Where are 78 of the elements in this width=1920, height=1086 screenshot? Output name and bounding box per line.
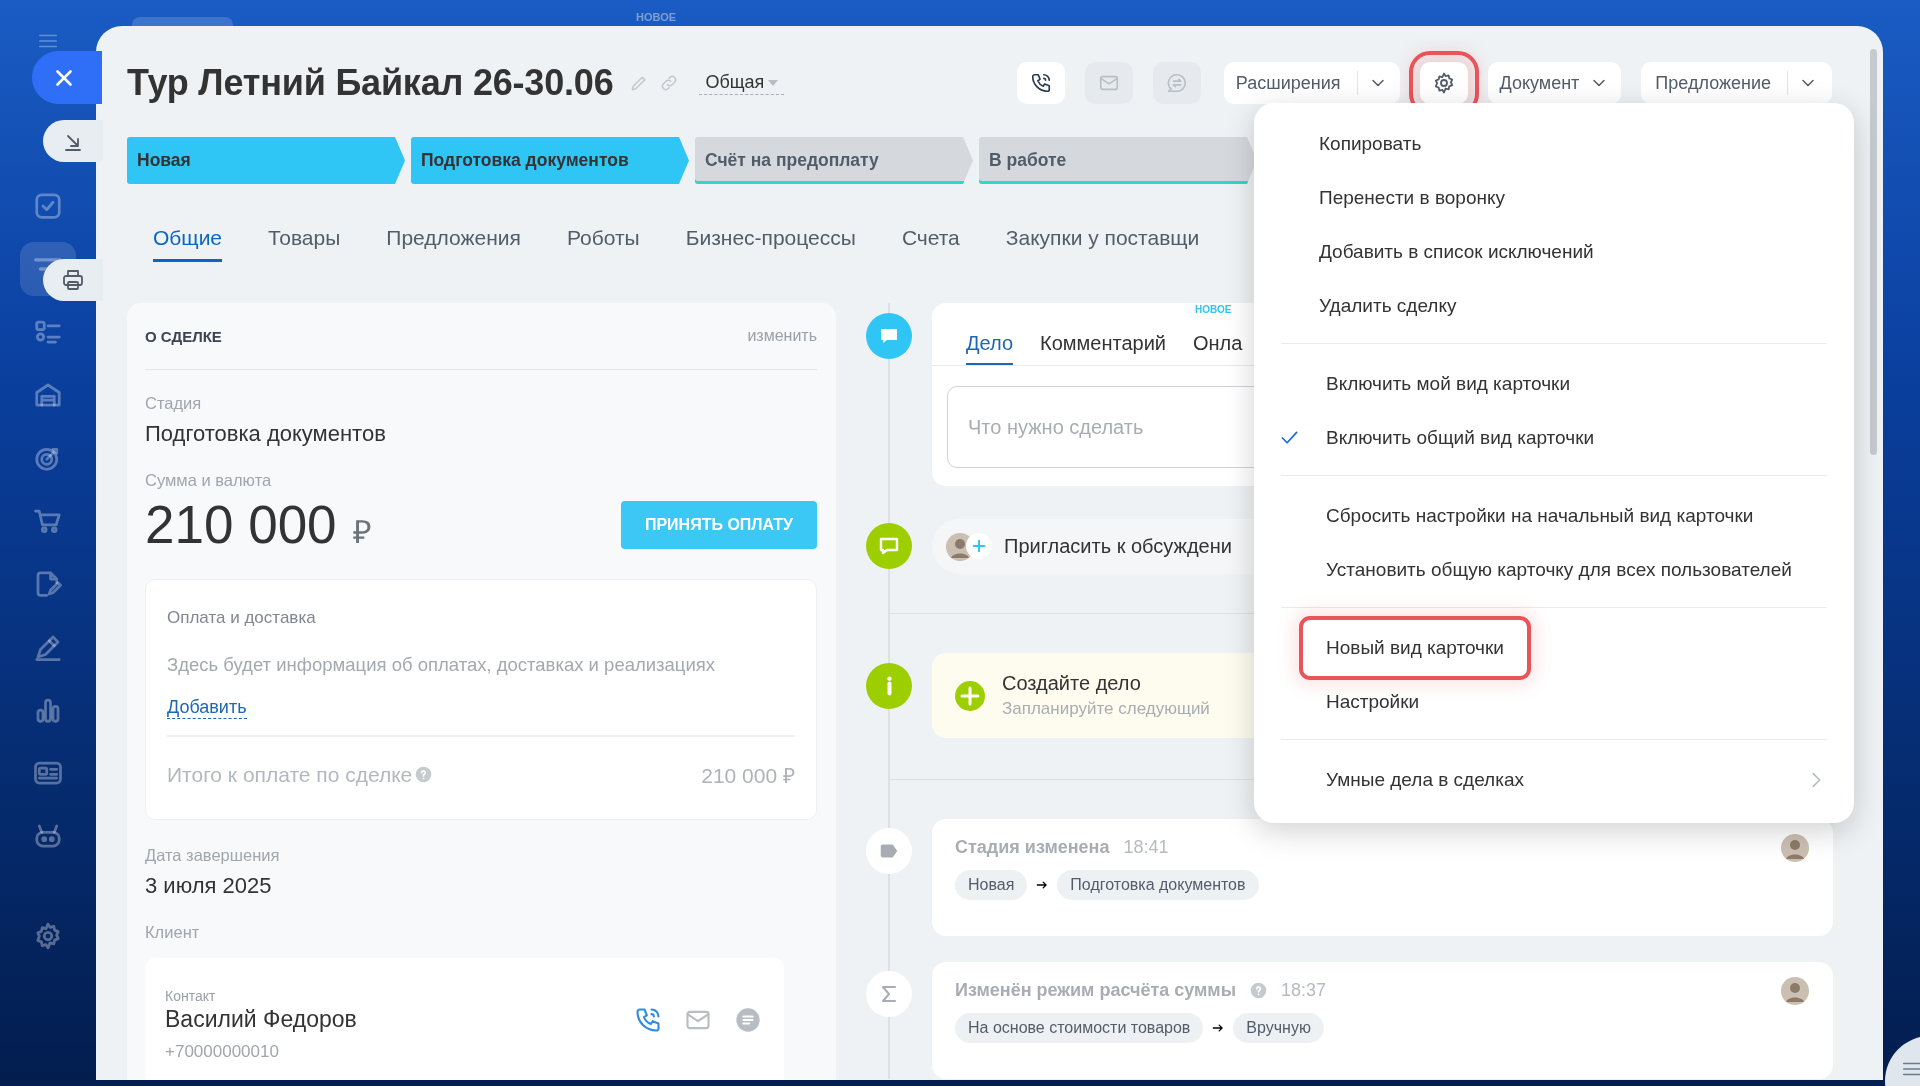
tab[interactable]: Товары (268, 224, 341, 262)
gear-icon (33, 921, 63, 951)
help-icon[interactable] (415, 766, 433, 784)
currency: ₽ (352, 513, 372, 552)
tab[interactable]: Предложения (386, 224, 521, 262)
menu-item[interactable]: Новый вид карточки (1299, 616, 1531, 680)
minimize-button[interactable] (43, 120, 103, 162)
amount: 210 000 (145, 494, 337, 555)
stage-step[interactable]: Счёт на предоплату (695, 137, 973, 184)
phone-icon[interactable] (634, 1005, 662, 1034)
from-value: Новая (955, 870, 1028, 900)
field-value: Подготовка документов (145, 421, 387, 447)
extensions-dropdown[interactable]: Расширения (1223, 62, 1400, 104)
menu-item[interactable]: Включить общий вид карточки (1299, 411, 1622, 465)
field-label: Клиент (145, 922, 201, 942)
menu-item[interactable]: Включить мой вид карточки (1299, 357, 1597, 411)
phone-icon (1029, 72, 1052, 94)
tab[interactable]: Закупки у поставщи (1005, 224, 1200, 262)
field-label: Сумма и валюта (145, 471, 273, 490)
call-button[interactable] (1016, 62, 1065, 104)
field-label: Стадия (145, 394, 203, 413)
to-value: Подготовка документов (1057, 870, 1259, 900)
check-icon (33, 190, 63, 221)
tab[interactable]: Бизнес-процессы (685, 224, 856, 262)
menu-item[interactable]: Умные дела в сделках (1299, 753, 1551, 807)
to-value: Вручную (1233, 1013, 1324, 1043)
contact-name[interactable]: Василий Федоров (165, 1005, 357, 1033)
menu-item[interactable]: Перенести в воронку (1299, 171, 1532, 225)
scrollbar[interactable] (1870, 49, 1877, 455)
stage-step[interactable]: В работе (979, 137, 1257, 184)
event-title: Изменён режим расчёта суммы (955, 980, 1237, 1001)
stage-step[interactable]: Подготовка документов (411, 137, 689, 184)
event-time: 18:37 (1281, 980, 1327, 1001)
letter-i-icon (885, 676, 893, 696)
add-link[interactable]: Добавить (167, 698, 247, 719)
add-icon[interactable] (954, 679, 986, 712)
total-value: 210 000 ₽ (701, 762, 795, 789)
from-value: На основе стоимости товаров (955, 1013, 1204, 1043)
total-label: Итого к оплате по сделке (167, 762, 413, 787)
menu-item[interactable]: Удалить сделку (1299, 279, 1484, 333)
print-button[interactable] (43, 259, 103, 301)
stage-step[interactable]: Новая (127, 137, 405, 184)
document-dropdown[interactable]: Документ (1487, 62, 1622, 104)
menu-item[interactable]: Установить общую карточку для всех пользователей (1299, 543, 1819, 597)
offer-dropdown[interactable]: Предложение (1641, 62, 1832, 104)
add-button[interactable] (966, 532, 992, 559)
tab[interactable]: Дело (966, 332, 1014, 365)
avatar (1781, 977, 1809, 1005)
field-label: Контакт (165, 987, 217, 1004)
invite-text: Пригласить к обсуждени (1004, 535, 1232, 558)
menu-item[interactable]: Сбросить настройки на начальный вид карточки (1299, 489, 1781, 543)
todo-hint: Запланируйте следующий (1002, 699, 1210, 719)
chat-icon[interactable] (734, 1005, 762, 1034)
menu-item[interactable]: Копировать (1299, 117, 1449, 171)
avatar (1781, 834, 1809, 862)
field-value: 3 июля 2025 (145, 872, 273, 899)
todo-title[interactable]: Создайте дело (1002, 672, 1210, 695)
new-label: НОВОЕ (636, 11, 677, 23)
tab[interactable]: Общие (153, 224, 223, 262)
tab[interactable]: Счета (901, 224, 960, 262)
tab[interactable]: Комментарий (1040, 332, 1166, 365)
tab[interactable]: Онла (1193, 332, 1243, 365)
event-time: 18:41 (1123, 837, 1169, 858)
category-dropdown[interactable]: Общая (699, 71, 785, 95)
phone-number: +70000000010 (165, 1041, 280, 1062)
field-label: Дата завершения (145, 845, 281, 865)
deal-title: Тур Летний Байкал 26-30.06 (127, 62, 614, 104)
new-label: НОВОЕ (1195, 304, 1232, 315)
info-text: Здесь будет информация об оплатах, доставках и реализациях (167, 654, 717, 676)
close-button[interactable] (32, 51, 102, 104)
menu-item[interactable]: Добавить в список исключений (1299, 225, 1621, 279)
tab[interactable]: Роботы (566, 224, 640, 262)
help-icon[interactable] (1250, 982, 1268, 999)
section-title: О СДЕЛКЕ (145, 327, 222, 345)
chat-icon (1165, 72, 1188, 94)
card-title: Оплата и доставка (167, 608, 317, 628)
event-title: Стадия изменена (955, 837, 1110, 858)
printer-icon (61, 268, 85, 292)
